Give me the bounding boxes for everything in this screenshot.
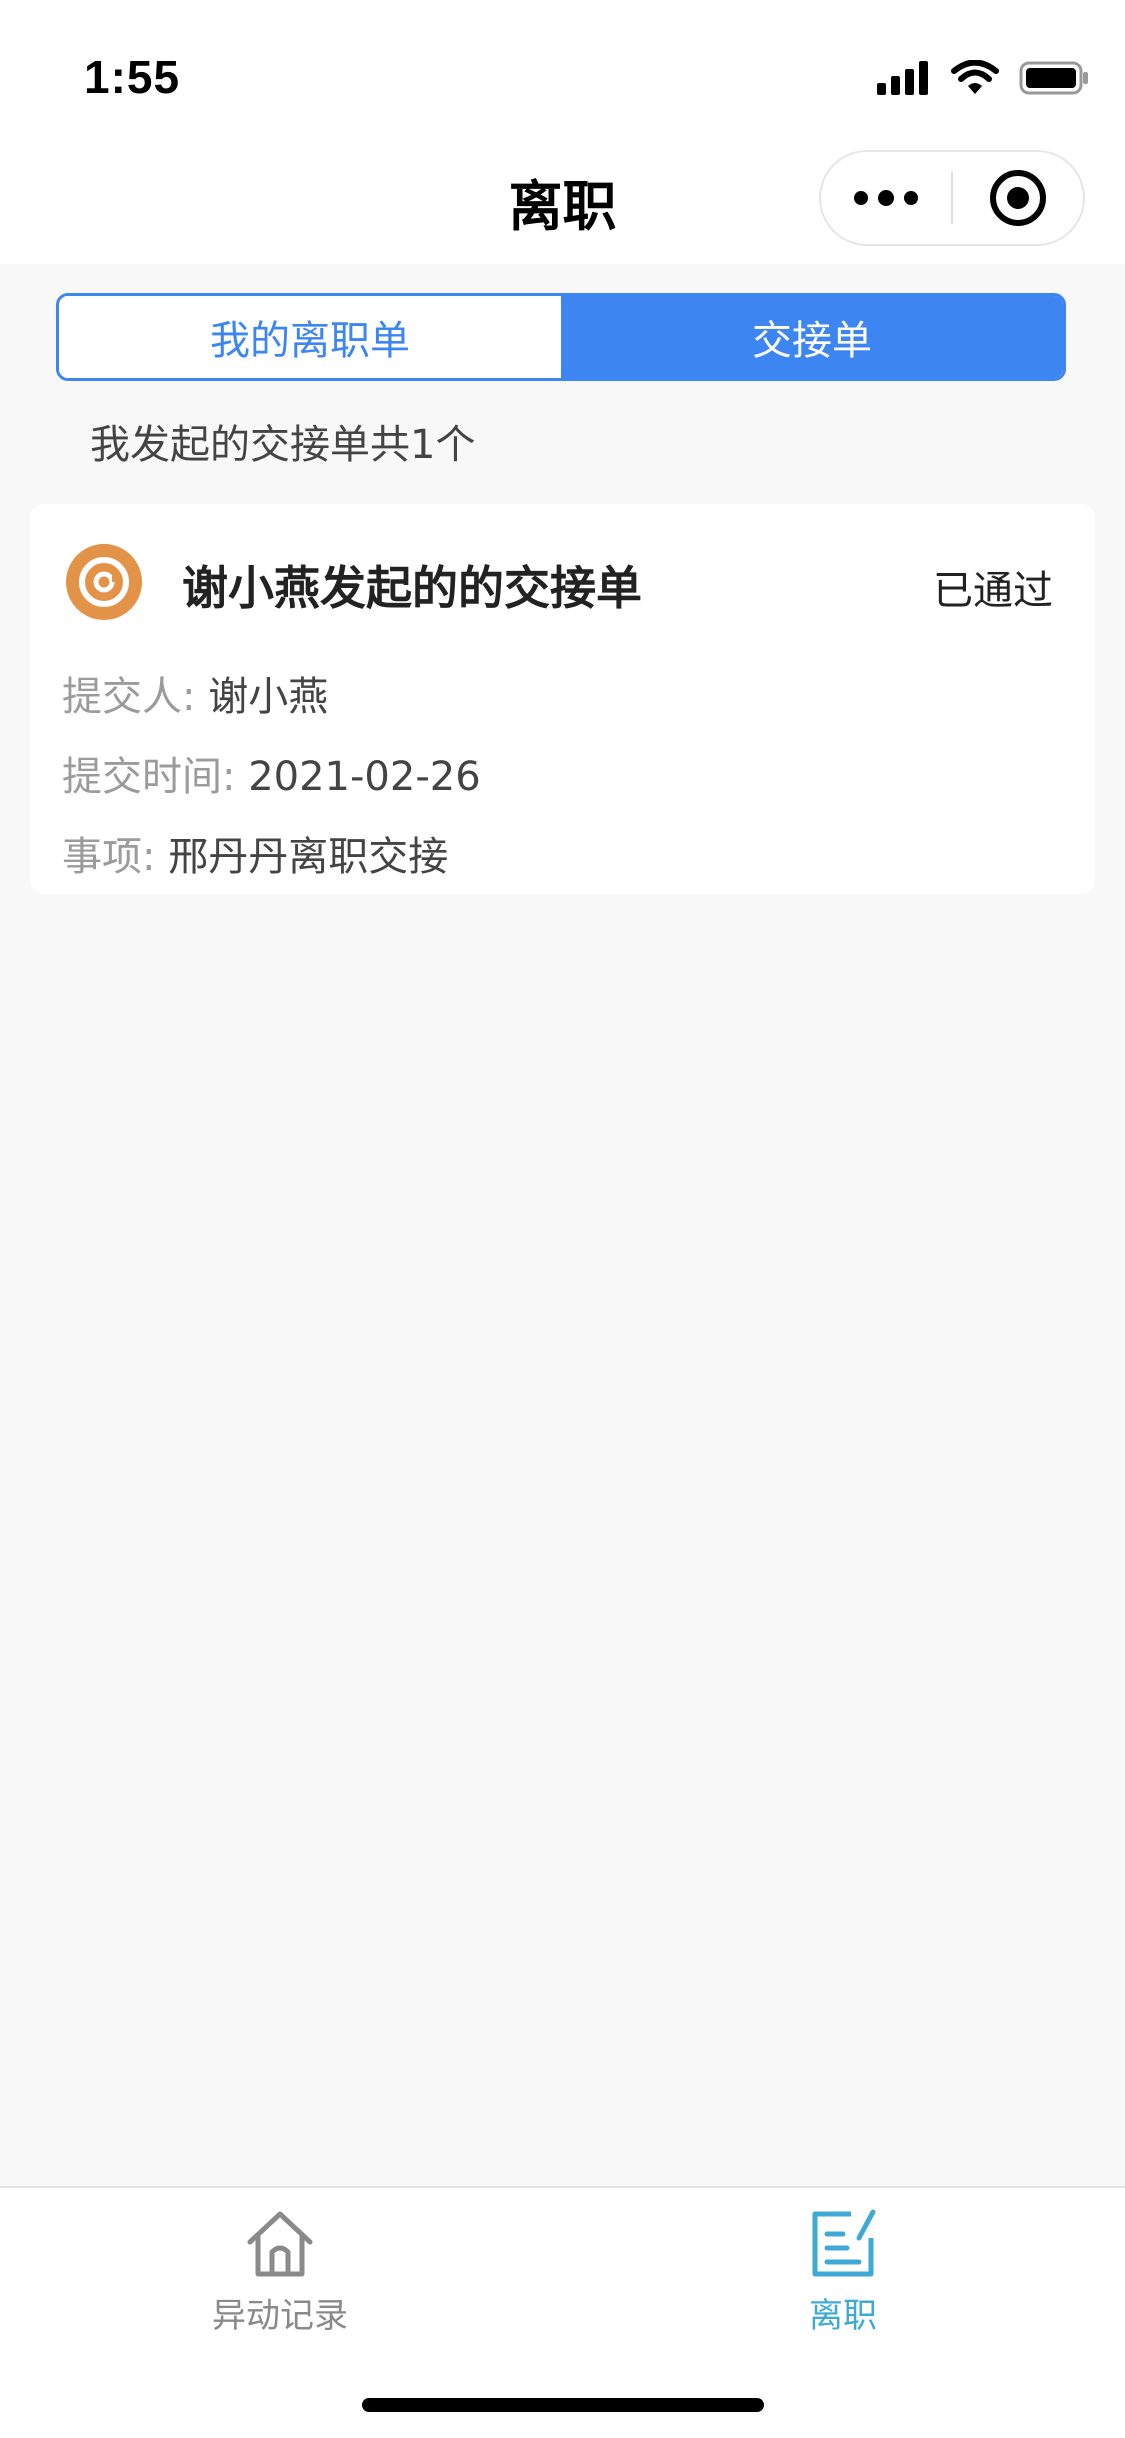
matter-label: 事项: xyxy=(62,834,156,880)
handover-icon xyxy=(66,544,142,620)
signal-icon xyxy=(877,61,928,95)
tabbar-label-transfer-records: 异动记录 xyxy=(212,2296,348,2336)
submit-time-label: 提交时间: xyxy=(62,754,236,800)
status-time: 1:55 xyxy=(84,51,181,103)
matter-value: 邢丹丹离职交接 xyxy=(168,834,449,880)
close-miniprogram-button[interactable] xyxy=(953,152,1083,244)
submit-time-value: 2021-02-26 xyxy=(248,754,481,800)
submitter-row: 提交人: 谢小燕 xyxy=(62,664,328,722)
edit-document-icon xyxy=(812,2209,876,2277)
handover-count-text: 我发起的交接单共1个 xyxy=(90,422,476,468)
submitter-label: 提交人: xyxy=(62,674,196,720)
status-badge: 已通过 xyxy=(933,568,1053,614)
home-icon xyxy=(247,2211,313,2277)
status-icons xyxy=(877,60,1089,96)
matter-row: 事项: 邢丹丹离职交接 xyxy=(62,824,448,882)
tabbar-item-transfer-records[interactable]: 异动记录 xyxy=(130,2208,430,2337)
more-dots-icon xyxy=(854,190,918,206)
tab-my-resignation[interactable]: 我的离职单 xyxy=(59,296,561,378)
wifi-icon xyxy=(951,60,999,94)
submitter-value: 谢小燕 xyxy=(208,674,329,720)
card-title: 谢小燕发起的的交接单 xyxy=(182,561,642,615)
handover-card[interactable]: 谢小燕发起的的交接单 已通过 提交人: 谢小燕 提交时间: 2021-02-26… xyxy=(30,504,1095,894)
tabbar-item-resignation[interactable]: 离职 xyxy=(693,2208,993,2337)
tab-handover[interactable]: 交接单 xyxy=(561,296,1063,378)
submit-time-row: 提交时间: 2021-02-26 xyxy=(62,744,481,802)
mini-program-capsule xyxy=(819,150,1085,246)
target-circle-icon xyxy=(990,170,1046,226)
segmented-tabs: 我的离职单 交接单 xyxy=(56,293,1066,381)
tabbar-label-resignation: 离职 xyxy=(809,2296,877,2336)
home-indicator[interactable] xyxy=(362,2398,764,2412)
navigation-bar: 离职 xyxy=(0,140,1125,264)
more-button[interactable] xyxy=(821,152,951,244)
battery-icon xyxy=(1019,61,1088,95)
status-bar: 1:55 xyxy=(0,0,1125,140)
